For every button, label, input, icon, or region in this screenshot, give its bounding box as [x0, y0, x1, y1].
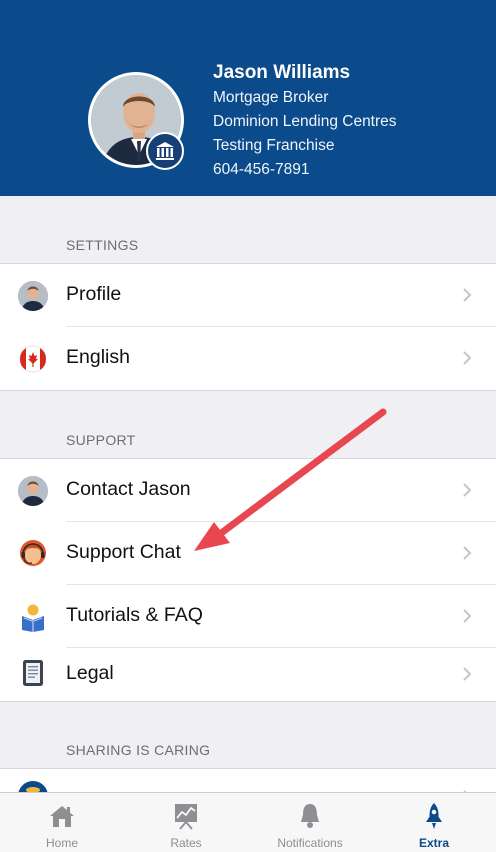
support-section-title: SUPPORT: [66, 432, 136, 448]
chevron-right-icon: [463, 351, 472, 365]
tab-extra[interactable]: Extra: [372, 793, 496, 852]
rocket-icon: [426, 803, 442, 829]
broker-franchise: Testing Franchise: [213, 137, 335, 154]
broker-info: Jason Williams Mortgage Broker Dominion …: [213, 60, 397, 182]
tutorials-row[interactable]: Tutorials & FAQ: [0, 585, 496, 648]
chevron-right-icon: [463, 609, 472, 623]
broker-title: Mortgage Broker: [213, 89, 329, 106]
support-chat-row[interactable]: Support Chat: [0, 522, 496, 585]
profile-row[interactable]: Profile: [0, 264, 496, 327]
support-agent-icon: [18, 539, 48, 569]
document-icon: [18, 658, 48, 688]
language-label: English: [66, 346, 130, 368]
broker-company: Dominion Lending Centres: [213, 113, 397, 130]
tutorials-label: Tutorials & FAQ: [66, 604, 203, 626]
support-chat-label: Support Chat: [66, 541, 181, 563]
bell-icon: [301, 804, 319, 828]
agent-avatar-icon: [18, 476, 48, 506]
chart-icon: [175, 804, 197, 830]
tab-notifications-label: Notifications: [277, 836, 343, 850]
chevron-right-icon: [463, 667, 472, 681]
profile-label: Profile: [66, 283, 122, 305]
profile-avatar-icon: [18, 281, 48, 311]
tab-rates[interactable]: Rates: [124, 793, 248, 852]
chevron-right-icon: [463, 288, 472, 302]
settings-group: Profile English: [0, 263, 496, 391]
legal-label: Legal: [66, 662, 114, 684]
profile-header: Jason Williams Mortgage Broker Dominion …: [0, 0, 496, 196]
tab-home-label: Home: [45, 836, 78, 850]
canada-flag-icon: [18, 344, 48, 374]
language-row[interactable]: English: [0, 327, 496, 390]
reading-person-icon: [18, 602, 48, 632]
tab-rates-label: Rates: [170, 836, 202, 850]
tab-extra-label: Extra: [418, 836, 450, 850]
chevron-right-icon: [463, 546, 472, 560]
tab-bar: Home Rates Notifications Extra: [0, 792, 496, 852]
legal-row[interactable]: Legal: [0, 648, 496, 701]
chevron-right-icon: [463, 483, 472, 497]
franchise-badge-icon: [146, 132, 184, 170]
home-icon: [50, 806, 74, 827]
settings-section-title: SETTINGS: [66, 237, 139, 253]
broker-name: Jason Williams: [213, 62, 351, 83]
broker-phone[interactable]: 604-456-7891: [213, 158, 397, 182]
tab-home[interactable]: Home: [0, 793, 124, 852]
contact-row[interactable]: Contact Jason: [0, 459, 496, 522]
contact-label: Contact Jason: [66, 478, 191, 500]
tab-notifications[interactable]: Notifications: [248, 793, 372, 852]
support-group: Contact Jason Support Chat Tutorials & F…: [0, 458, 496, 702]
sharing-section-title: SHARING IS CARING: [66, 742, 211, 758]
